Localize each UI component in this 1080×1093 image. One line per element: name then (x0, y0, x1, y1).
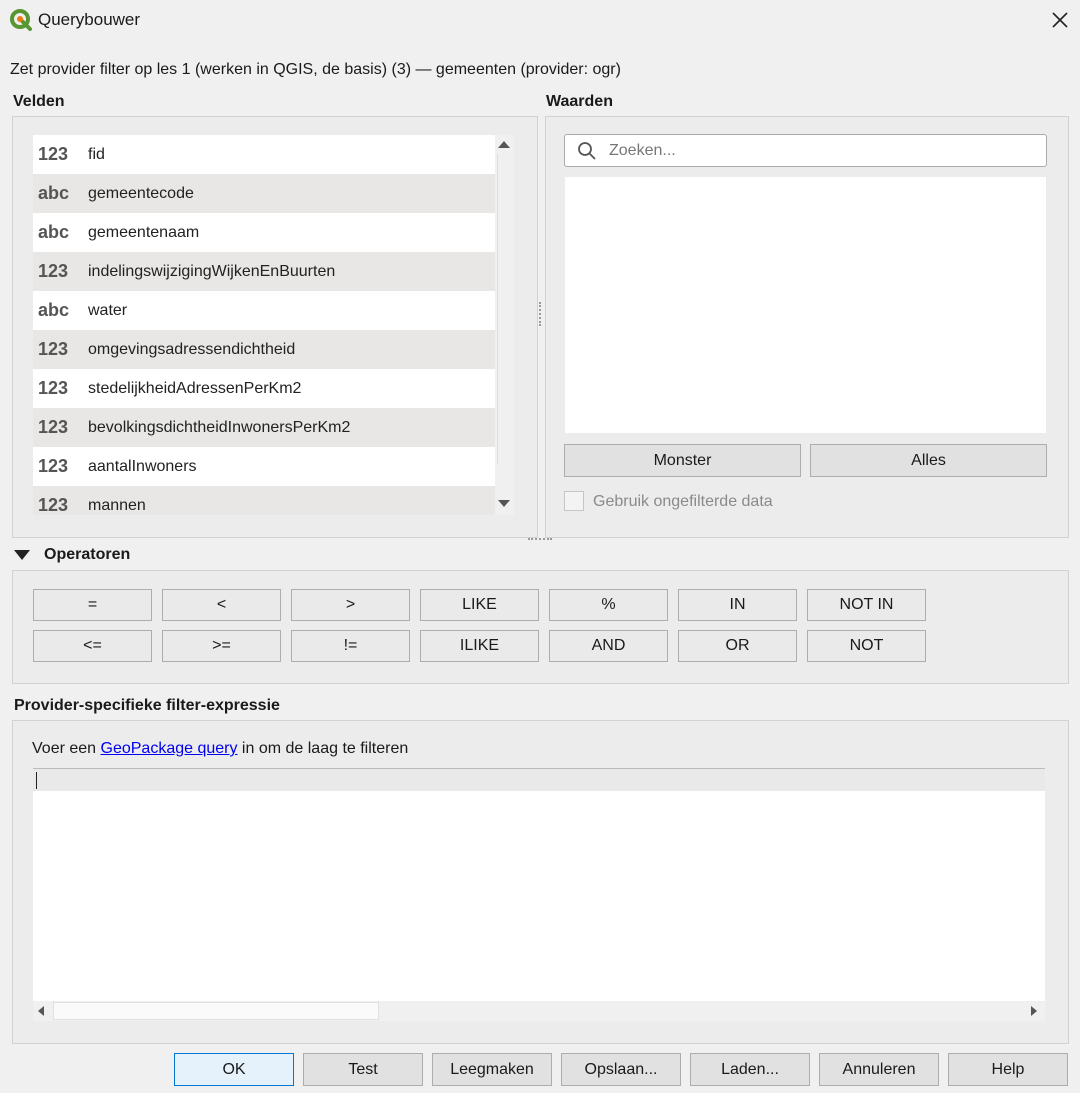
scroll-left-icon[interactable] (38, 1006, 44, 1016)
qgis-logo-icon (10, 9, 32, 31)
field-name: aantalInwoners (88, 457, 197, 475)
horizontal-scroll-thumb[interactable] (53, 1002, 379, 1020)
use-unfiltered-label: Gebruik ongefilterde data (593, 493, 773, 510)
close-icon (1052, 12, 1068, 28)
use-unfiltered-checkbox[interactable] (564, 491, 584, 511)
expression-heading: Provider-specifieke filter-expressie (14, 697, 280, 714)
window-title: Querybouwer (38, 10, 141, 29)
numeric-type-icon: 123 (38, 378, 69, 398)
fields-scroll-thumb[interactable] (497, 154, 513, 464)
text-caret (36, 772, 37, 789)
fields-scrollbar[interactable] (495, 135, 514, 515)
operator-button[interactable]: LIKE (420, 589, 539, 621)
dialog-subtitle: Zet provider filter op les 1 (werken in … (10, 61, 621, 78)
load-button[interactable]: Laden... (690, 1053, 810, 1086)
operator-button[interactable]: NOT (807, 630, 926, 662)
search-input[interactable] (607, 139, 1031, 163)
field-name: fid (88, 145, 105, 163)
clear-button[interactable]: Leegmaken (432, 1053, 552, 1086)
values-list[interactable] (565, 177, 1046, 433)
text-type-icon: abc (38, 300, 70, 320)
numeric-type-icon: 123 (38, 339, 69, 359)
scroll-down-icon[interactable] (498, 500, 510, 507)
fields-list[interactable]: 123 fid abc gemeentecode abc gemeentenaam 123 i… (33, 135, 495, 515)
operators-group (12, 570, 1069, 684)
operator-button[interactable]: < (162, 589, 281, 621)
values-search-box[interactable] (564, 134, 1047, 167)
field-list-item[interactable]: 123 bevolkingsdichtheidInwonersPerKm2 (33, 408, 495, 447)
field-name: bevolkingsdichtheidInwonersPerKm2 (88, 418, 351, 436)
operator-button[interactable]: IN (678, 589, 797, 621)
field-list-item[interactable]: abc water (33, 291, 495, 330)
cancel-button[interactable]: Annuleren (819, 1053, 939, 1086)
horizontal-splitter-handle[interactable] (528, 538, 552, 542)
geopackage-query-link[interactable]: GeoPackage query (101, 740, 238, 757)
operator-button[interactable]: NOT IN (807, 589, 926, 621)
sample-button[interactable]: Monster (564, 444, 801, 477)
field-list-item[interactable]: 123 aantalInwoners (33, 447, 495, 486)
hint-prefix: Voer een (32, 740, 101, 757)
vertical-splitter-handle[interactable] (539, 302, 543, 326)
title-bar (0, 0, 1080, 40)
operators-heading[interactable]: Operatoren (44, 546, 130, 564)
close-button[interactable] (1046, 6, 1074, 34)
operator-button[interactable]: % (549, 589, 668, 621)
field-name: stedelijkheidAdressenPerKm2 (88, 379, 302, 397)
operator-button[interactable]: AND (549, 630, 668, 662)
numeric-type-icon: 123 (38, 144, 69, 164)
operator-button[interactable]: <= (33, 630, 152, 662)
all-values-button[interactable]: Alles (810, 444, 1047, 477)
field-name: water (88, 301, 128, 319)
field-name: gemeentecode (88, 184, 194, 202)
scroll-up-icon[interactable] (498, 141, 510, 148)
field-list-item[interactable]: abc gemeentenaam (33, 213, 495, 252)
numeric-type-icon: 123 (38, 261, 69, 281)
ok-button[interactable]: OK (174, 1053, 294, 1086)
current-line-highlight (33, 769, 1045, 791)
editor-horizontal-scrollbar[interactable] (33, 1001, 1045, 1021)
field-name: indelingswijzigingWijkenEnBuurten (88, 262, 336, 280)
field-list-item[interactable]: abc gemeentecode (33, 174, 495, 213)
operator-button[interactable]: = (33, 589, 152, 621)
search-icon (578, 142, 596, 160)
text-type-icon: abc (38, 183, 70, 203)
help-button[interactable]: Help (948, 1053, 1068, 1086)
field-list-item[interactable]: 123 stedelijkheidAdressenPerKm2 (33, 369, 495, 408)
field-list-item[interactable]: 123 mannen (33, 486, 495, 515)
operator-button[interactable]: >= (162, 630, 281, 662)
numeric-type-icon: 123 (38, 495, 69, 515)
save-button[interactable]: Opslaan... (561, 1053, 681, 1086)
hint-suffix: in om de laag te filteren (237, 740, 409, 757)
field-name: omgevingsadressendichtheid (88, 340, 296, 358)
operator-button[interactable]: > (291, 589, 410, 621)
scroll-right-icon[interactable] (1031, 1006, 1037, 1016)
values-heading: Waarden (546, 93, 613, 110)
expression-hint: Voer een GeoPackage query in om de laag … (32, 740, 408, 758)
operator-button[interactable]: != (291, 630, 410, 662)
numeric-type-icon: 123 (38, 417, 69, 437)
text-type-icon: abc (38, 222, 70, 242)
field-list-item[interactable]: 123 indelingswijzigingWijkenEnBuurten (33, 252, 495, 291)
field-list-item[interactable]: 123 fid (33, 135, 495, 174)
collapse-triangle-icon[interactable] (14, 550, 30, 560)
filter-expression-editor[interactable] (33, 768, 1045, 1002)
numeric-type-icon: 123 (38, 456, 69, 476)
operator-button[interactable]: ILIKE (420, 630, 539, 662)
operator-button[interactable]: OR (678, 630, 797, 662)
field-name: gemeentenaam (88, 223, 200, 241)
field-name: mannen (88, 496, 146, 514)
field-list-item[interactable]: 123 omgevingsadressendichtheid (33, 330, 495, 369)
test-button[interactable]: Test (303, 1053, 423, 1086)
fields-heading: Velden (13, 93, 65, 110)
